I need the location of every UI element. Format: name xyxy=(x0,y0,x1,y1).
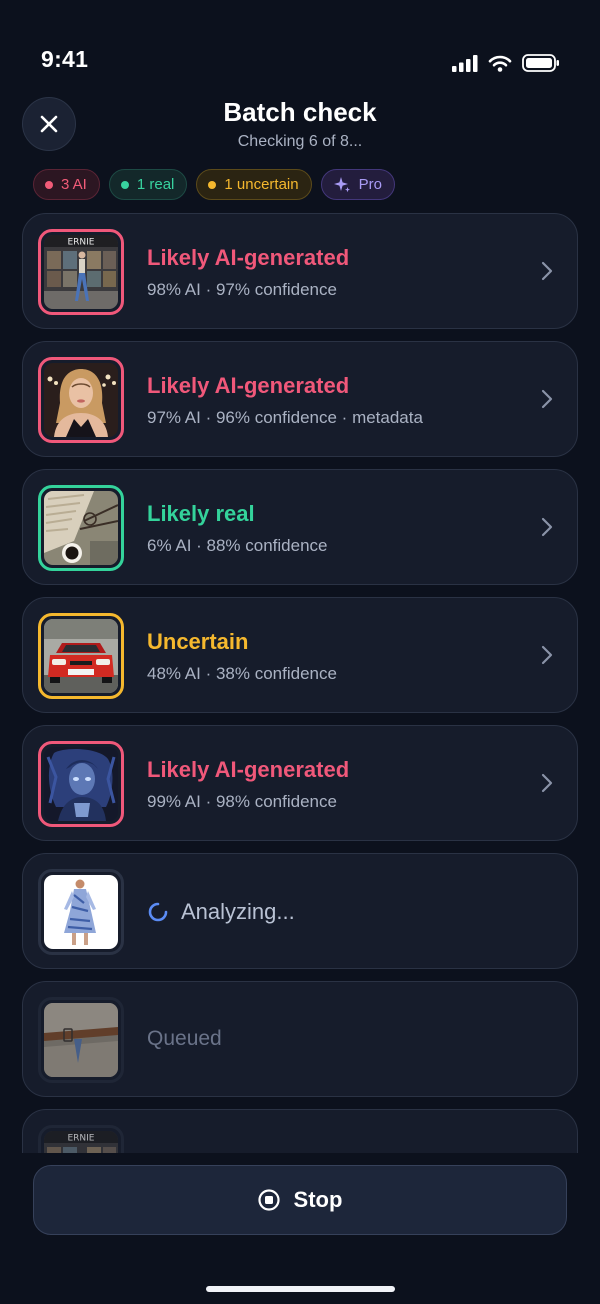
result-verdict: Likely AI-generated xyxy=(147,373,350,398)
result-verdict: Likely AI-generated xyxy=(147,757,350,782)
chevron-right-icon xyxy=(541,389,553,409)
result-card[interactable]: Likely real 6% AI · 88% confidence xyxy=(22,469,578,585)
battery-icon xyxy=(522,54,559,72)
result-thumbnail: ERNIE xyxy=(38,1125,124,1153)
analyzing-label: Analyzing... xyxy=(181,899,295,924)
signal-icon xyxy=(452,54,478,72)
chevron-right-icon xyxy=(541,773,553,793)
queued-label: Queued xyxy=(147,1027,222,1050)
result-thumbnail xyxy=(38,485,124,571)
anime-art-image xyxy=(44,747,118,821)
result-details: 97% AI · 96% confidence · metadata xyxy=(147,408,423,427)
portrait-photo-image xyxy=(44,363,118,437)
chevron-right-icon xyxy=(541,645,553,665)
stop-icon xyxy=(257,1189,280,1211)
result-card[interactable]: Analyzing... xyxy=(22,853,578,969)
result-details: 98% AI · 97% confidence xyxy=(147,280,337,299)
ernie-sign-text: ERNIE xyxy=(67,238,94,248)
pro-chip-label: Pro xyxy=(358,176,382,193)
status-icons xyxy=(452,54,560,72)
result-thumbnail: ERNIE xyxy=(38,229,124,315)
progress-subtitle: Checking 6 of 8... xyxy=(237,133,363,150)
car-photo-image xyxy=(44,619,118,693)
street-photo-image: ERNIE xyxy=(44,235,118,309)
ai-dot-icon xyxy=(45,180,53,189)
filter-chip-real-label: 1 real xyxy=(136,176,175,193)
pro-chip[interactable]: Pro xyxy=(320,169,395,200)
result-details: 48% AI · 38% confidence xyxy=(147,664,337,683)
stop-button-label: Stop xyxy=(293,1187,343,1212)
result-thumbnail xyxy=(38,997,124,1083)
result-card[interactable]: Likely AI-generated 99% AI · 98% confide… xyxy=(22,725,578,841)
result-verdict: Uncertain xyxy=(147,629,249,654)
result-verdict: Likely real xyxy=(147,501,255,526)
result-thumbnail xyxy=(38,357,124,443)
results-list[interactable]: ERNIE Likely AI-generated 98% AI · 97% c… xyxy=(22,213,578,1153)
filter-chip-uncertain[interactable]: 1 uncertain xyxy=(196,169,312,200)
sparkle-icon xyxy=(333,176,350,192)
chevron-right-icon xyxy=(541,261,553,281)
filter-chip-real[interactable]: 1 real xyxy=(108,169,188,200)
dress-photo-image xyxy=(44,875,118,949)
filter-chips: 3 AI 1 real 1 uncertain Pro xyxy=(33,169,395,200)
result-verdict: Likely AI-generated xyxy=(147,245,350,270)
result-card[interactable]: Likely AI-generated 97% AI · 96% confide… xyxy=(22,341,578,457)
filter-chip-ai-label: 3 AI xyxy=(61,176,87,193)
page-title: Batch check xyxy=(223,97,377,127)
result-card[interactable]: Uncertain 48% AI · 38% confidence xyxy=(22,597,578,713)
wifi-icon xyxy=(488,55,512,72)
result-thumbnail xyxy=(38,869,124,955)
result-card[interactable]: ERNIE xyxy=(22,1109,578,1153)
knitting-photo-image xyxy=(44,491,118,565)
filter-chip-ai[interactable]: 3 AI xyxy=(33,169,100,200)
result-details: 99% AI · 98% confidence xyxy=(147,792,337,811)
street-photo-image: ERNIE xyxy=(44,1131,118,1153)
chevron-right-icon xyxy=(541,517,553,537)
stop-button[interactable]: Stop xyxy=(33,1165,567,1235)
result-thumbnail xyxy=(38,613,124,699)
real-dot-icon xyxy=(120,180,129,189)
result-thumbnail xyxy=(38,741,124,827)
status-time: 9:41 xyxy=(41,46,89,72)
uncertain-dot-icon xyxy=(208,180,217,189)
status-bar: 9:41 xyxy=(0,0,600,96)
loading-spinner-icon xyxy=(148,902,168,922)
analyzing-status: Analyzing... xyxy=(147,899,295,925)
result-details: 6% AI · 88% confidence xyxy=(147,536,328,555)
result-card[interactable]: Queued xyxy=(22,981,578,1097)
belt-photo-image xyxy=(44,1003,118,1077)
home-indicator[interactable] xyxy=(206,1286,395,1292)
ernie-sign-text: ERNIE xyxy=(67,1134,94,1144)
filter-chip-uncertain-label: 1 uncertain xyxy=(224,176,299,193)
result-card[interactable]: ERNIE Likely AI-generated 98% AI · 97% c… xyxy=(22,213,578,329)
